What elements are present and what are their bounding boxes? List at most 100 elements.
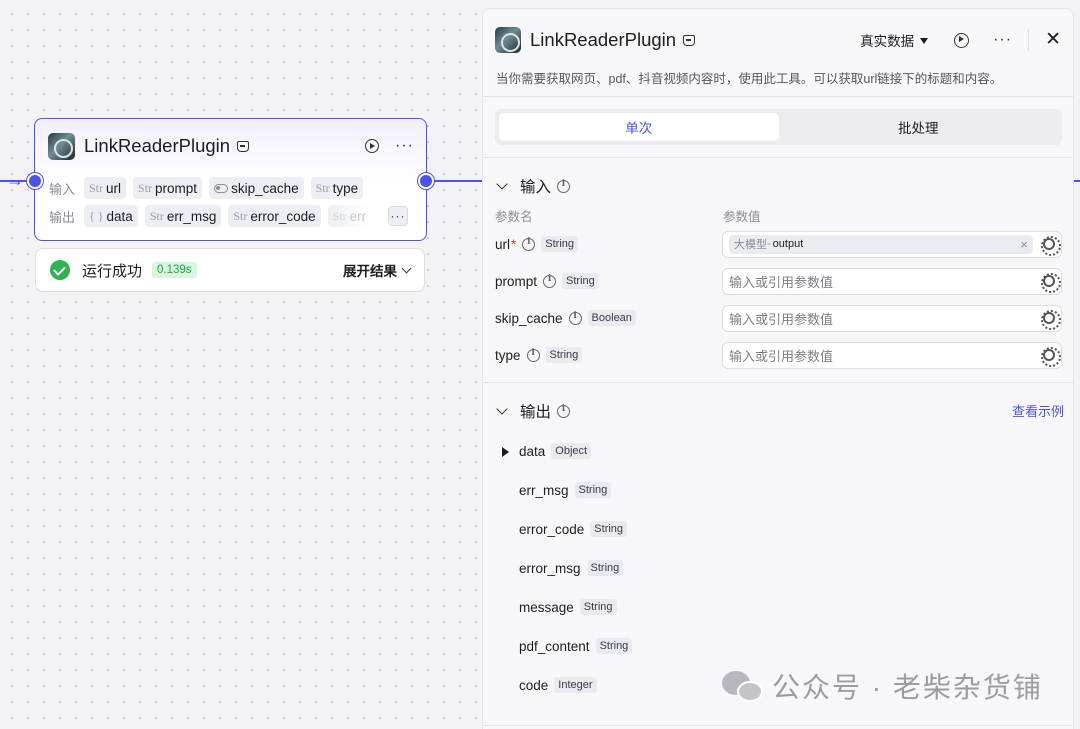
node-input-row: 输入 Str url Str prompt skip_cache Str type	[49, 177, 408, 199]
output-field-name: err_msg	[519, 482, 569, 498]
chevron-down-icon	[496, 177, 508, 190]
node-input-port[interactable]	[27, 173, 43, 189]
wechat-logo-icon	[722, 669, 766, 703]
node-more-icon[interactable]: ···	[395, 138, 414, 154]
close-icon[interactable]: ✕	[1045, 30, 1061, 49]
type-badge: String	[562, 273, 599, 289]
watermark: 公众号 · 老柴杂货铺	[722, 666, 1043, 706]
node-header: LinkReaderPlugin ···	[48, 132, 414, 160]
output-chip-err-msg: Str err_msg	[144, 205, 222, 227]
info-icon[interactable]	[557, 179, 571, 193]
node-output-row: 输出 { } data Str err_msg Str error_code Str e…	[49, 205, 408, 227]
info-icon[interactable]	[557, 404, 571, 418]
run-result-bar: 运行成功 0.139s 展开结果	[35, 248, 425, 292]
input-section-title: 输入	[520, 179, 552, 196]
skip-cache-value-field[interactable]: 输入或引用参数值	[722, 304, 1062, 332]
prompt-placeholder: 输入或引用参数值	[729, 274, 834, 290]
watermark-text: 公众号 · 老柴杂货铺	[772, 672, 1043, 703]
prompt-value-field[interactable]: 输入或引用参数值	[722, 267, 1062, 295]
input-chip-url: Str url	[84, 177, 127, 199]
input-chip-prompt: Str prompt	[133, 177, 203, 199]
plugin-store-icon	[237, 140, 250, 152]
param-name: type	[495, 347, 521, 363]
type-badge: String	[595, 638, 633, 654]
clear-reference-icon[interactable]: ×	[1020, 237, 1028, 252]
type-badge: String	[574, 482, 612, 498]
expand-result-button[interactable]: 展开结果	[343, 260, 412, 280]
boolean-toggle-icon	[214, 183, 229, 193]
info-icon[interactable]	[522, 237, 536, 251]
run-time-badge: 0.139s	[152, 262, 197, 278]
type-badge: Object	[551, 443, 592, 459]
param-name: skip_cache	[495, 310, 563, 326]
param-row-prompt: prompt String 输入或引用参数值	[495, 267, 1062, 295]
type-badge: String	[545, 347, 583, 363]
output-field-name: code	[519, 677, 549, 693]
node-title: LinkReaderPlugin	[84, 135, 231, 156]
param-name: url	[495, 236, 511, 252]
param-row-skip-cache: skip_cache Boolean 输入或引用参数值	[495, 304, 1062, 332]
type-badge: Boolean	[587, 310, 636, 326]
output-field-name: error_msg	[519, 560, 581, 576]
output-field-data[interactable]: data Object	[502, 443, 592, 459]
node-config-panel: LinkReaderPlugin 真实数据 ··· ✕ 当你需要获取网页、pdf…	[482, 8, 1074, 729]
plugin-logo-icon	[48, 132, 75, 160]
type-value-field[interactable]: 输入或引用参数值	[722, 341, 1062, 369]
output-section-title: 输出	[520, 404, 552, 421]
settings-gear-icon[interactable]	[1041, 310, 1061, 330]
settings-gear-icon[interactable]	[1041, 347, 1061, 367]
data-mode-label: 真实数据	[860, 34, 915, 49]
type-placeholder: 输入或引用参数值	[729, 348, 834, 364]
input-section-header[interactable]: 输入	[496, 175, 571, 197]
more-outputs-button[interactable]: ···	[388, 206, 408, 226]
see-example-link[interactable]: 查看示例	[1012, 401, 1064, 420]
param-name-column-header: 参数名	[495, 210, 533, 224]
output-chip-truncated: Str err	[327, 205, 368, 227]
expand-result-label: 展开结果	[343, 264, 397, 279]
info-icon[interactable]	[568, 311, 582, 325]
type-badge: String	[579, 599, 617, 615]
tab-single[interactable]: 单次	[499, 113, 779, 141]
param-name: prompt	[495, 273, 538, 289]
node-output-label: 输出	[49, 209, 76, 225]
run-test-icon[interactable]	[954, 32, 970, 48]
node-output-port[interactable]	[418, 173, 434, 189]
output-chip-error-code: Str error_code	[228, 205, 321, 227]
tab-batch[interactable]: 批处理	[779, 113, 1059, 141]
output-field-error-code: error_code String	[519, 521, 628, 537]
node-input-label: 输入	[49, 181, 76, 197]
panel-description: 当你需要获取网页、pdf、抖音视频内容时，使用此工具。可以获取url链接下的标题…	[496, 72, 1003, 86]
type-badge: String	[590, 521, 628, 537]
panel-more-icon[interactable]: ···	[993, 32, 1012, 48]
type-badge: Integer	[554, 677, 597, 693]
expand-caret-icon[interactable]	[502, 447, 509, 457]
settings-gear-icon[interactable]	[1041, 236, 1061, 256]
output-field-err-msg: err_msg String	[519, 482, 612, 498]
output-field-name: error_code	[519, 521, 585, 537]
info-icon[interactable]	[543, 274, 557, 288]
run-status-text: 运行成功	[82, 262, 143, 280]
input-chip-type: Str type	[310, 177, 364, 199]
settings-gear-icon[interactable]	[1041, 273, 1061, 293]
input-chip-skip-cache: skip_cache	[209, 177, 304, 199]
plugin-node-card[interactable]: LinkReaderPlugin ··· 输入 Str url Str prompt…	[34, 118, 427, 241]
output-field-name: message	[519, 599, 574, 615]
run-node-icon[interactable]	[365, 139, 380, 153]
url-value-field[interactable]: 大模型 - output ×	[722, 230, 1062, 258]
output-field-pdf-content: pdf_content String	[519, 638, 633, 654]
chevron-down-icon	[496, 402, 508, 415]
output-field-code: code Integer	[519, 677, 597, 693]
run-mode-tabs: 单次 批处理	[495, 109, 1062, 145]
reference-chip[interactable]: 大模型 - output ×	[729, 234, 1033, 254]
outgoing-connection-line	[432, 180, 482, 182]
info-icon[interactable]	[526, 348, 540, 362]
param-value-column-header: 参数值	[723, 210, 761, 224]
header-divider	[1028, 29, 1030, 51]
incoming-connection-line	[0, 180, 30, 182]
panel-title: LinkReaderPlugin	[530, 29, 677, 50]
data-mode-dropdown[interactable]: 真实数据	[860, 30, 929, 50]
output-section-header[interactable]: 输出	[496, 400, 571, 422]
tabs-divider	[483, 157, 1073, 158]
param-row-url: url* String 大模型 - output×	[495, 230, 1062, 258]
required-marker: *	[511, 236, 517, 252]
